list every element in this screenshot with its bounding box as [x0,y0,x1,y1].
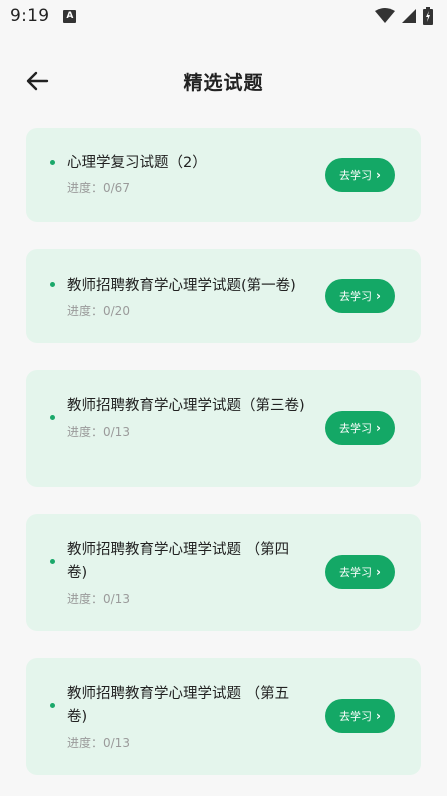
chevron-right-icon: › [376,421,381,435]
question-set-list: 心理学复习试题（2） 进度：0/67 去学习 › 教师招聘教育学心理学试题(第一… [26,128,421,775]
question-set-card: 教师招聘教育学心理学试题 （第五卷) 进度：0/13 去学习 › [26,658,421,775]
chevron-right-icon: › [376,168,381,182]
status-time: 9:19 [10,6,50,26]
card-title: 教师招聘教育学心理学试题 （第五卷) [67,686,290,725]
bullet-dot-icon [50,282,55,287]
study-button[interactable]: 去学习 › [325,555,395,589]
study-button-label: 去学习 [339,710,373,723]
card-text: 心理学复习试题（2） 进度：0/67 [67,152,307,196]
study-button[interactable]: 去学习 › [325,158,395,192]
study-button[interactable]: 去学习 › [325,699,395,733]
card-title: 教师招聘教育学心理学试题（第三卷) [67,398,305,414]
wifi-icon [375,8,395,23]
card-progress: 进度：0/13 [67,592,130,606]
signal-icon [402,9,416,23]
status-bar: 9:19 A [0,0,447,32]
card-title: 教师招聘教育学心理学试题(第一卷) [67,278,296,294]
question-set-card: 教师招聘教育学心理学试题 （第四卷) 进度：0/13 去学习 › [26,514,421,631]
chevron-right-icon: › [376,709,381,723]
study-button[interactable]: 去学习 › [325,279,395,313]
bullet-dot-icon [50,703,55,708]
card-text: 教师招聘教育学心理学试题(第一卷) 进度：0/20 [67,275,327,319]
study-button-label: 去学习 [339,290,373,303]
study-button-label: 去学习 [339,422,373,435]
card-text: 教师招聘教育学心理学试题（第三卷) 进度：0/13 [67,395,307,440]
card-title: 教师招聘教育学心理学试题 （第四卷) [67,542,290,581]
bullet-dot-icon [50,415,55,420]
card-progress: 进度：0/13 [67,736,130,750]
bullet-dot-icon [50,160,55,165]
back-button[interactable] [22,66,52,96]
study-button-label: 去学习 [339,566,373,579]
card-progress: 进度：0/20 [67,304,130,318]
card-progress: 进度：0/13 [67,425,130,439]
question-set-card: 教师招聘教育学心理学试题（第三卷) 进度：0/13 去学习 › [26,370,421,487]
back-arrow-icon [26,71,49,91]
bullet-dot-icon [50,559,55,564]
card-title: 心理学复习试题（2） [67,155,207,171]
study-button[interactable]: 去学习 › [325,411,395,445]
question-set-card: 教师招聘教育学心理学试题(第一卷) 进度：0/20 去学习 › [26,249,421,343]
card-text: 教师招聘教育学心理学试题 （第五卷) 进度：0/13 [67,683,307,751]
chevron-right-icon: › [376,289,381,303]
page-title: 精选试题 [183,71,264,94]
card-text: 教师招聘教育学心理学试题 （第四卷) 进度：0/13 [67,539,307,607]
card-progress: 进度：0/67 [67,181,130,195]
question-set-card: 心理学复习试题（2） 进度：0/67 去学习 › [26,128,421,222]
notification-app-icon: A [63,9,77,23]
battery-icon [423,7,433,25]
chevron-right-icon: › [376,565,381,579]
study-button-label: 去学习 [339,169,373,182]
header: 精选试题 [0,58,447,104]
